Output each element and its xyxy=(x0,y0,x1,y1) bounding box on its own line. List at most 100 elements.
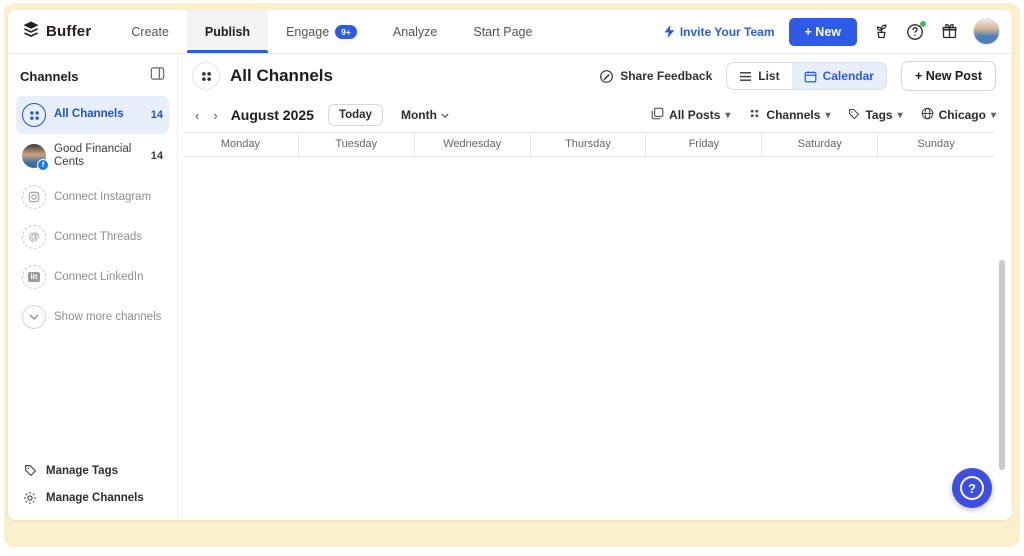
channel-label: Connect Instagram xyxy=(54,191,163,204)
instagram-icon xyxy=(22,185,46,209)
feedback-icon xyxy=(599,69,614,84)
invite-your-team-link[interactable]: Invite Your Team xyxy=(664,25,775,39)
gear-icon xyxy=(22,491,38,505)
filters-bar: All Posts▾Channels▾Tags▾Chicago▾ xyxy=(651,107,996,123)
page-title: All Channels xyxy=(230,66,333,86)
top-navigation: Buffer Create Publish Engage 9+ Analyze Start… xyxy=(8,10,1012,54)
app-body: Channels All Channels14fGood Financial C… xyxy=(8,54,1012,520)
week-row-2 xyxy=(183,287,994,417)
weekday-header-row: MondayTuesdayWednesdayThursdayFridaySatu… xyxy=(183,133,994,157)
weekday-thursday: Thursday xyxy=(531,133,647,157)
prev-month-button[interactable]: ‹ xyxy=(192,108,202,123)
share-feedback-button[interactable]: Share Feedback xyxy=(599,69,712,84)
today-button[interactable]: Today xyxy=(328,104,383,126)
start-trial-plant-icon[interactable] xyxy=(871,22,891,42)
view-toggle: List Calendar xyxy=(726,62,887,90)
nav-tab-start-page[interactable]: Start Page xyxy=(455,10,550,53)
main-header: All Channels Share Feedback List Cal xyxy=(178,54,1012,98)
nav-tab-label: Create xyxy=(131,25,169,39)
vertical-scrollbar[interactable] xyxy=(999,260,1005,470)
footer-label: Manage Tags xyxy=(46,465,118,477)
channels-sidebar: Channels All Channels14fGood Financial C… xyxy=(8,54,178,520)
globe-icon xyxy=(921,107,934,123)
nav-tab-create[interactable]: Create xyxy=(113,10,187,53)
sidebar-footer: Manage Tags Manage Channels xyxy=(16,457,169,512)
calendar-weeks xyxy=(183,157,994,520)
all-channels-icon xyxy=(22,103,46,127)
sidebar-item-good-financial-cents[interactable]: f Good Financial Cents 14 xyxy=(16,136,169,176)
filter-label: Channels xyxy=(766,108,820,122)
nav-tab-label: Analyze xyxy=(393,25,437,39)
channel-label: All Channels xyxy=(54,108,143,121)
channel-count: 14 xyxy=(151,150,163,162)
channel-label: Good Financial Cents xyxy=(54,143,143,169)
help-floating-button[interactable]: ? xyxy=(952,468,992,508)
channel-avatar: f xyxy=(22,144,46,168)
sidebar-header: Channels xyxy=(16,64,169,96)
weekday-saturday: Saturday xyxy=(762,133,878,157)
weekday-monday: Monday xyxy=(183,133,299,157)
calendar-area: MondayTuesdayWednesdayThursdayFridaySatu… xyxy=(178,132,1012,520)
help-notification-dot xyxy=(920,21,926,27)
nav-tab-label: Publish xyxy=(205,25,250,39)
new-post-button[interactable]: + New Post xyxy=(901,61,996,91)
channel-label: Connect LinkedIn xyxy=(54,271,163,284)
tag-icon xyxy=(848,108,860,123)
question-mark-icon: ? xyxy=(960,476,984,500)
engage-count-badge: 9+ xyxy=(335,25,357,39)
help-icon[interactable] xyxy=(905,22,925,42)
month-label: August 2025 xyxy=(231,107,314,123)
filter-all-posts[interactable]: All Posts▾ xyxy=(651,107,730,123)
brand-name: Buffer xyxy=(46,23,91,40)
nav-tab-publish[interactable]: Publish xyxy=(187,10,268,53)
sidebar-item-connect-instagram[interactable]: Connect Instagram xyxy=(16,178,169,216)
filter-chicago[interactable]: Chicago ▾ xyxy=(921,107,996,123)
weekday-sunday: Sunday xyxy=(878,133,994,157)
new-button[interactable]: + New xyxy=(789,18,857,46)
calendar-icon xyxy=(804,70,817,83)
channel-label: Show more channels xyxy=(54,311,163,324)
nav-tab-label: Engage xyxy=(286,25,329,39)
next-month-button[interactable]: › xyxy=(210,108,220,123)
chevron-down-icon: ▾ xyxy=(898,110,903,121)
nav-tab-engage[interactable]: Engage 9+ xyxy=(268,10,375,53)
buffer-logo[interactable]: Buffer xyxy=(22,10,91,53)
chevron-down-icon: ▾ xyxy=(825,110,830,121)
linkedin-icon: in xyxy=(22,265,46,289)
all-channels-icon xyxy=(192,62,220,90)
filter-channels[interactable]: Channels ▾ xyxy=(748,107,830,123)
sidebar-item-all-channels[interactable]: All Channels14 xyxy=(16,96,169,134)
gift-icon[interactable] xyxy=(939,22,959,42)
channel-list: All Channels14 f Good Financial Cents 14 Con… xyxy=(16,96,169,338)
grid-icon xyxy=(748,107,761,123)
calendar-toolbar: ‹ › August 2025 Today Month All Posts▾ Ch… xyxy=(178,98,1012,132)
weekday-friday: Friday xyxy=(646,133,762,157)
sidebar-item-connect-threads[interactable]: @Connect Threads xyxy=(16,218,169,256)
filter-tags[interactable]: Tags▾ xyxy=(848,108,902,123)
chevron-down-icon: ▾ xyxy=(991,110,996,121)
nav-tab-analyze[interactable]: Analyze xyxy=(375,10,455,53)
posts-icon xyxy=(651,107,664,123)
list-view-button[interactable]: List xyxy=(727,63,791,89)
main-nav-tabs: Create Publish Engage 9+ Analyze Start Page xyxy=(113,10,550,53)
nav-tab-label: Start Page xyxy=(473,25,532,39)
threads-icon: @ xyxy=(22,225,46,249)
list-icon xyxy=(739,71,752,82)
week-row-3 xyxy=(183,417,994,520)
calendar-view-button[interactable]: Calendar xyxy=(792,63,886,89)
view-mode-dropdown[interactable]: Month xyxy=(401,108,449,122)
user-avatar[interactable] xyxy=(973,18,1000,45)
manage-tags-button[interactable]: Manage Tags xyxy=(16,457,169,484)
topbar-right: Invite Your Team + New xyxy=(664,10,1000,53)
filter-label: Chicago xyxy=(939,108,986,122)
footer-label: Manage Channels xyxy=(46,492,144,504)
manage-channels-button[interactable]: Manage Channels xyxy=(16,484,169,512)
sidebar-item-connect-linkedin[interactable]: in Connect LinkedIn xyxy=(16,258,169,296)
collapse-sidebar-icon[interactable] xyxy=(150,66,165,86)
sidebar-item-show-more-channels[interactable]: Show more channels xyxy=(16,298,169,336)
calendar-grid: MondayTuesdayWednesdayThursdayFridaySatu… xyxy=(183,132,994,520)
chevron-down-icon: ▾ xyxy=(725,110,730,121)
chevron-down-icon xyxy=(22,305,46,329)
facebook-badge-icon: f xyxy=(37,159,49,171)
week-row-1 xyxy=(183,157,994,287)
